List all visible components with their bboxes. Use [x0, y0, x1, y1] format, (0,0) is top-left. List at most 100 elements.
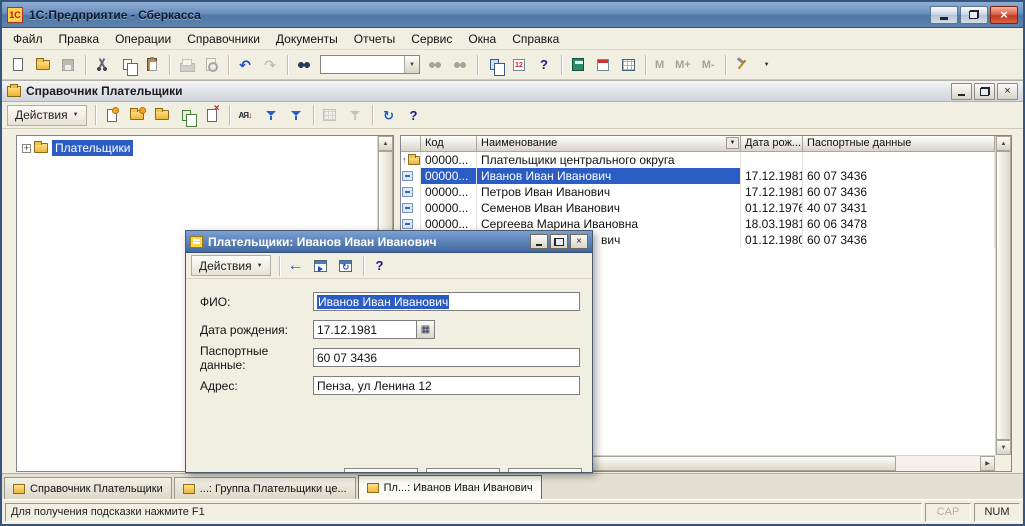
scroll-up-icon[interactable]: ▲ — [378, 136, 393, 151]
help-button[interactable] — [368, 254, 392, 277]
open-button[interactable] — [31, 53, 55, 76]
name-cell: Петров Иван Иванович — [477, 184, 741, 200]
column-header-name[interactable]: Наименование▼ — [477, 136, 741, 152]
minimize-button[interactable] — [930, 6, 958, 24]
column-header-passport[interactable]: Паспортные данные — [803, 136, 995, 152]
cut-button[interactable] — [90, 53, 114, 76]
sort-button[interactable] — [234, 104, 258, 127]
calendar-picker-button[interactable]: ▦ — [417, 320, 435, 339]
list-row[interactable]: ↑00000...Плательщики центрального округа — [401, 152, 995, 168]
go-back-icon — [288, 259, 304, 273]
child-minimize-button[interactable] — [951, 83, 972, 100]
cut-icon — [96, 58, 108, 71]
close-button[interactable]: × — [990, 6, 1018, 24]
dialog-fields: ФИО:Иванов Иван ИвановичДата рождения:17… — [186, 279, 592, 395]
tree-node-payers[interactable]: + Плательщики — [22, 140, 133, 156]
copy-button[interactable] — [115, 53, 139, 76]
dialog-actions-button[interactable]: Действия▼ — [191, 255, 271, 276]
scrollbar-track[interactable] — [896, 456, 980, 471]
list-row[interactable]: 00000...Петров Иван Иванович17.12.198160… — [401, 184, 995, 200]
menu-item-service[interactable]: Сервис — [403, 29, 460, 49]
row-marker-cell — [401, 184, 421, 200]
edit-item-icon — [155, 110, 169, 120]
list-row[interactable]: 00000...Семенов Иван Иванович01.12.19764… — [401, 200, 995, 216]
reread-button[interactable] — [334, 254, 358, 277]
dialog-close-button[interactable]: × — [570, 234, 588, 249]
search-combo[interactable]: ▼ — [320, 55, 420, 74]
child-close-button[interactable]: × — [997, 83, 1018, 100]
settings-button[interactable] — [730, 53, 754, 76]
dialog-actions-label: Действия — [199, 259, 252, 273]
dialog-toolbar: Действия▼ — [186, 253, 592, 279]
paste-button[interactable] — [140, 53, 164, 76]
insert-date-button[interactable] — [507, 53, 531, 76]
copy-to-buffer-button[interactable] — [482, 53, 506, 76]
filter-button[interactable] — [284, 104, 308, 127]
write-button[interactable]: Записать — [426, 468, 500, 473]
row-marker-cell — [401, 168, 421, 184]
refresh-button[interactable] — [377, 104, 401, 127]
menu-item-help[interactable]: Справка — [504, 29, 567, 49]
scroll-right-icon[interactable]: ▶ — [980, 456, 995, 471]
scroll-up-icon[interactable]: ▲ — [996, 136, 1011, 151]
go-back-button[interactable] — [284, 254, 308, 277]
history-icon — [323, 109, 336, 121]
column-sort-dropdown-icon[interactable]: ▼ — [726, 137, 739, 149]
menu-item-documents[interactable]: Документы — [268, 29, 346, 49]
menu-item-reports[interactable]: Отчеты — [346, 29, 403, 49]
menu-item-windows[interactable]: Окна — [460, 29, 504, 49]
restore-button[interactable] — [960, 6, 988, 24]
new-button[interactable] — [6, 53, 30, 76]
calendar-button[interactable] — [591, 53, 615, 76]
go-to-list-button[interactable] — [309, 254, 333, 277]
find-button[interactable] — [292, 53, 316, 76]
list-row[interactable]: 00000...Иванов Иван Иванович17.12.198160… — [401, 168, 995, 184]
print-icon — [180, 59, 193, 71]
search-combo-field[interactable] — [321, 56, 404, 73]
dialog-minimize-button[interactable] — [530, 234, 548, 249]
column-header-code[interactable]: Код — [421, 136, 477, 152]
close-button[interactable]: Закрыть — [508, 468, 582, 473]
ok-button[interactable]: ОК — [344, 468, 418, 473]
table-editor-button[interactable] — [616, 53, 640, 76]
child-restore-button[interactable] — [974, 83, 995, 100]
list-vertical-scrollbar[interactable]: ▲ ▼ — [995, 136, 1011, 455]
context-help-button[interactable] — [532, 53, 556, 76]
menu-item-edit[interactable]: Правка — [51, 29, 108, 49]
new-group-icon — [130, 110, 144, 120]
redo-icon — [264, 58, 276, 72]
quick-filter-icon — [265, 109, 277, 121]
scroll-down-icon[interactable]: ▼ — [996, 440, 1011, 455]
list-header: КодНаименование▼Дата рож...Паспортные да… — [401, 136, 995, 152]
list-actions-button[interactable]: Действия▼ — [7, 105, 87, 126]
delete-item-button[interactable] — [200, 104, 224, 127]
edit-item-button[interactable] — [150, 104, 174, 127]
combo-dropdown-icon[interactable]: ▼ — [404, 56, 419, 73]
window-tab-list[interactable]: Справочник Плательщики — [4, 477, 172, 499]
calculator-button[interactable] — [566, 53, 590, 76]
field-row-fio: ФИО:Иванов Иван Иванович — [200, 292, 580, 311]
address-input[interactable]: Пенза, ул Ленина 12 — [313, 376, 580, 395]
help-button[interactable] — [402, 104, 426, 127]
new-group-button[interactable] — [125, 104, 149, 127]
quick-filter-button[interactable] — [259, 104, 283, 127]
window-tab-group[interactable]: ...: Группа Плательщики це... — [174, 477, 356, 499]
dialog-maximize-button[interactable] — [550, 234, 568, 249]
toolbar-options-button[interactable] — [755, 53, 779, 76]
menu-item-references[interactable]: Справочники — [179, 29, 268, 49]
fio-input[interactable]: Иванов Иван Иванович — [313, 292, 580, 311]
scrollbar-thumb[interactable] — [996, 151, 1011, 440]
new-item-button[interactable] — [100, 104, 124, 127]
menu-item-operations[interactable]: Операции — [107, 29, 179, 49]
menu-item-file[interactable]: Файл — [5, 29, 51, 49]
new-icon — [13, 58, 23, 71]
copy-item-button[interactable] — [175, 104, 199, 127]
birthdate-input[interactable]: 17.12.1981 — [313, 320, 417, 339]
dob-cell: 18.03.1981 — [741, 216, 803, 232]
passport-input[interactable]: 60 07 3436 — [313, 348, 580, 367]
save-icon — [62, 59, 74, 71]
expand-icon[interactable]: + — [22, 144, 31, 153]
column-header-dob[interactable]: Дата рож... — [741, 136, 803, 152]
window-tab-item[interactable]: Пл...: Иванов Иван Иванович — [358, 475, 542, 499]
undo-button[interactable] — [233, 53, 257, 76]
